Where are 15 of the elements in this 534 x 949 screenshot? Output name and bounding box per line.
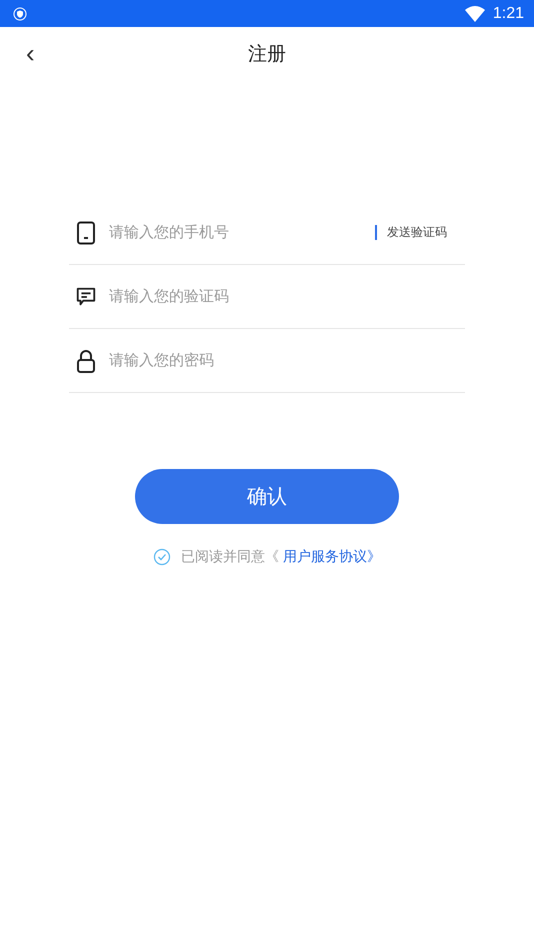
shield-icon bbox=[13, 6, 27, 20]
status-time: 1:21 bbox=[492, 4, 524, 22]
input-field[interactable]: 请输入您的密码 bbox=[109, 352, 465, 369]
input-field[interactable]: 请输入您的手机号 bbox=[109, 224, 375, 241]
back-button[interactable]: ‹ bbox=[20, 39, 41, 67]
phone-icon bbox=[75, 220, 97, 244]
lock-icon bbox=[75, 348, 97, 372]
input-field[interactable]: 请输入您的验证码 bbox=[109, 288, 465, 305]
confirm-button[interactable]: 确认 bbox=[135, 469, 399, 524]
agree-checkbox[interactable] bbox=[153, 548, 171, 566]
page-title: 注册 bbox=[248, 42, 286, 67]
wifi-icon bbox=[464, 6, 485, 22]
send-code-link[interactable]: 发送验证码 bbox=[387, 224, 447, 241]
agreement-link[interactable]: 用户服务协议》 bbox=[283, 548, 381, 566]
agreement-text: 已阅读并同意《 bbox=[181, 548, 279, 566]
